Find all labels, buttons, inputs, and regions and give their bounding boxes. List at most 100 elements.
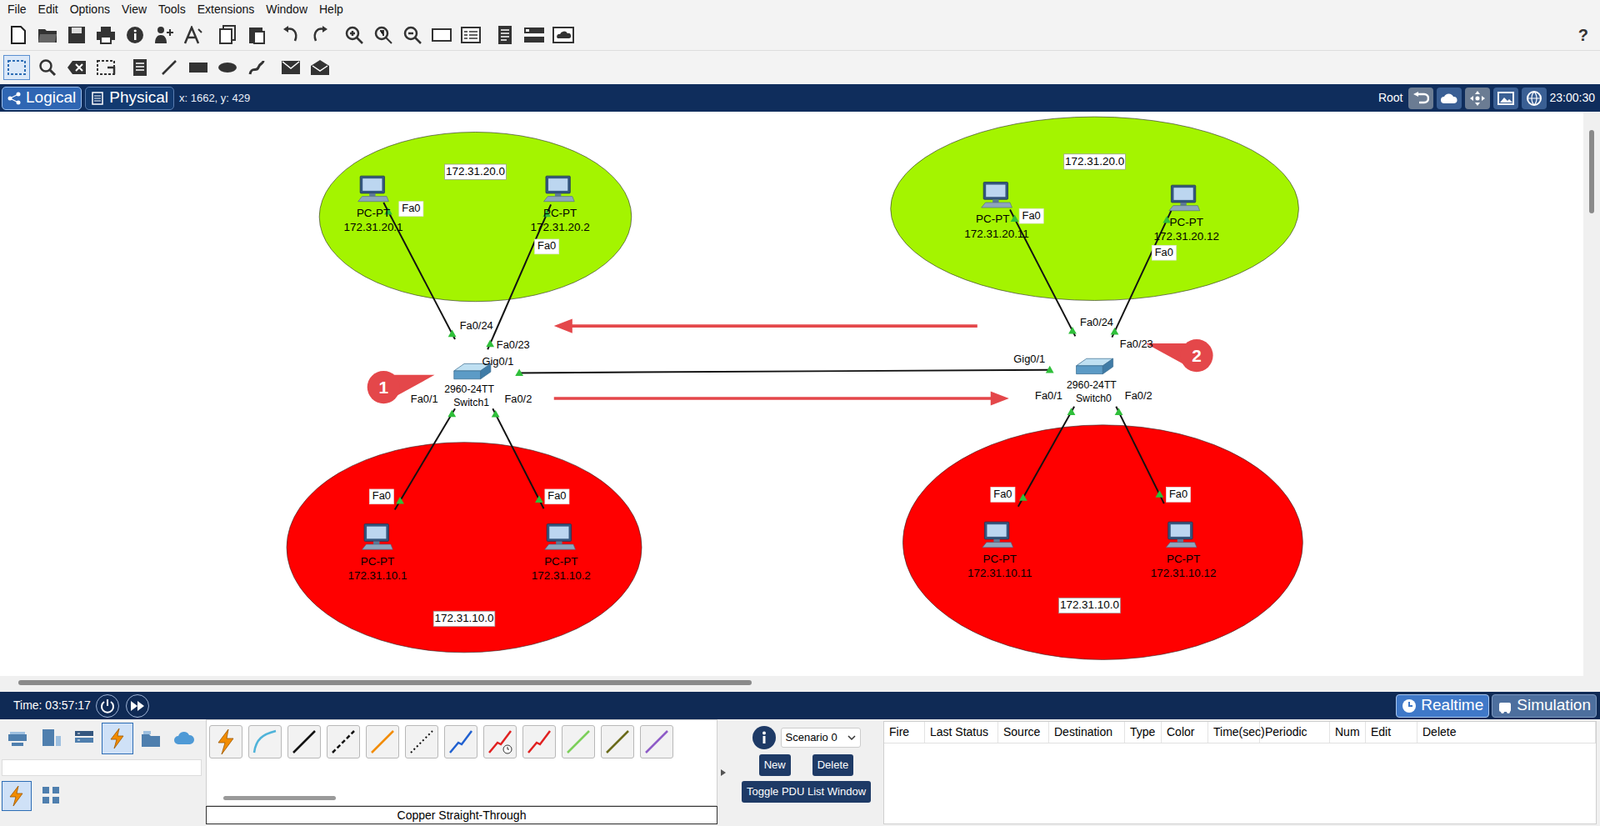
zoom-in-icon[interactable] [339, 25, 369, 45]
serial-dce-cable-icon[interactable] [483, 725, 517, 759]
fast-forward-icon[interactable] [125, 694, 150, 718]
horizontal-scrollbar[interactable] [0, 675, 1600, 690]
fiber-cable-icon[interactable] [365, 725, 400, 759]
freeform-icon[interactable] [241, 58, 271, 77]
column-header[interactable]: Edit [1365, 721, 1418, 743]
resize-icon[interactable] [90, 59, 120, 76]
back-icon[interactable] [1408, 87, 1434, 110]
ethernet-link[interactable] [1115, 406, 1165, 504]
power-cycle-icon[interactable] [95, 694, 120, 718]
open-folder-icon[interactable] [32, 25, 62, 45]
straight-through-cable-icon[interactable] [287, 725, 321, 759]
add-complex-pdu-icon[interactable] [305, 59, 335, 76]
column-header[interactable]: Time(sec) [1208, 721, 1260, 743]
zoom-reset-icon[interactable] [368, 25, 398, 45]
trunk-link[interactable] [518, 370, 1051, 374]
info-icon[interactable] [120, 25, 150, 45]
clock-globe-icon[interactable] [1521, 87, 1547, 110]
ethernet-link[interactable] [395, 408, 455, 510]
ethernet-link[interactable] [492, 408, 544, 509]
line-icon[interactable] [154, 58, 184, 77]
redo-icon[interactable] [305, 25, 335, 45]
usb-cable-icon[interactable] [640, 725, 674, 759]
menu-item[interactable]: Edit [32, 0, 65, 19]
device-list-icon[interactable] [519, 25, 549, 45]
connections-icon[interactable] [101, 722, 134, 755]
column-header[interactable]: Type [1125, 721, 1162, 743]
custom-device-icon[interactable] [455, 26, 485, 44]
scenario-select[interactable]: Scenario 0 [780, 727, 861, 748]
move-icon[interactable] [1465, 87, 1490, 110]
cloud-icon[interactable] [548, 25, 578, 45]
ellipse-icon[interactable] [212, 60, 242, 75]
palette-icon[interactable] [426, 26, 456, 44]
network-area[interactable] [890, 116, 1300, 300]
menu-item[interactable]: Window [260, 0, 314, 19]
network-devices-icon[interactable] [1, 722, 34, 755]
scroll-thumb[interactable] [1589, 130, 1595, 214]
scroll-thumb[interactable] [223, 795, 336, 800]
scenario-info-icon[interactable] [752, 725, 776, 750]
rectangle-icon[interactable] [183, 60, 213, 75]
column-header[interactable]: Periodic [1260, 721, 1330, 743]
delete-icon[interactable] [61, 60, 91, 75]
network-area[interactable] [286, 442, 642, 653]
canvas[interactable]: 172.31.20.0172.31.10.0172.31.20.0172.31.… [0, 111, 1584, 676]
octal-cable-icon[interactable] [561, 725, 595, 759]
add-simple-pdu-icon[interactable] [275, 60, 305, 75]
vertical-scrollbar[interactable] [1583, 111, 1600, 676]
connections-subtype-icon[interactable] [1, 780, 32, 811]
collapse-icon[interactable] [717, 719, 730, 826]
paste-icon[interactable] [241, 25, 271, 45]
miscellaneous-icon[interactable] [135, 722, 167, 755]
pc-icon[interactable] [1165, 521, 1197, 548]
network-area[interactable] [319, 131, 632, 301]
toggle-pdu-list-button[interactable]: Toggle PDU List Window [741, 780, 871, 803]
view-tab[interactable]: Physical [85, 86, 175, 110]
inspect-icon[interactable] [32, 58, 62, 77]
menu-item[interactable]: File [1, 0, 33, 19]
iot-cable-icon[interactable] [600, 725, 635, 759]
menu-item[interactable]: Options [64, 0, 116, 19]
column-header[interactable]: Color [1161, 721, 1209, 743]
new-scenario-button[interactable]: New [759, 754, 791, 776]
multiuser-icon[interactable] [168, 722, 200, 755]
components-icon[interactable] [68, 722, 100, 755]
column-header[interactable]: Source [998, 721, 1050, 743]
column-header[interactable]: Fire [884, 721, 925, 743]
device-search[interactable] [1, 759, 202, 776]
topology-diagram[interactable]: 172.31.20.0172.31.10.0172.31.20.0172.31.… [0, 111, 1584, 676]
activity-wizard-icon[interactable] [178, 25, 208, 45]
help-button[interactable]: ? [1578, 22, 1597, 48]
ethernet-link[interactable] [1018, 406, 1075, 507]
view-tab[interactable]: Logical [1, 86, 82, 110]
menu-item[interactable]: View [115, 0, 153, 19]
note-icon[interactable] [125, 58, 155, 77]
pc-icon[interactable] [358, 175, 390, 202]
pc-icon[interactable] [981, 181, 1013, 208]
column-header[interactable]: Destination [1049, 721, 1125, 743]
save-icon[interactable] [61, 25, 91, 45]
console-cable-icon[interactable] [248, 725, 282, 759]
network-area[interactable] [902, 425, 1303, 660]
column-header[interactable]: Delete [1417, 721, 1596, 743]
switch-icon[interactable] [1076, 358, 1114, 374]
print-icon[interactable] [90, 25, 120, 45]
phone-cable-icon[interactable] [405, 725, 439, 759]
select-icon[interactable] [3, 55, 30, 80]
mode-tab[interactable]: Simulation [1491, 694, 1597, 718]
copy-icon[interactable] [212, 25, 242, 45]
pc-icon[interactable] [545, 524, 576, 550]
notes-icon[interactable] [490, 25, 520, 45]
end-devices-icon[interactable] [35, 722, 67, 755]
crossover-cable-icon[interactable] [326, 725, 360, 759]
network-wizard-icon[interactable] [149, 25, 179, 45]
pc-icon[interactable] [544, 175, 575, 202]
background-image-icon[interactable] [1493, 87, 1519, 110]
zoom-out-icon[interactable] [397, 25, 427, 45]
undo-icon[interactable] [275, 25, 305, 45]
pc-icon[interactable] [982, 521, 1014, 548]
menu-item[interactable]: Extensions [191, 0, 260, 19]
structured-cabling-icon[interactable] [36, 780, 67, 811]
pc-icon[interactable] [362, 524, 394, 550]
